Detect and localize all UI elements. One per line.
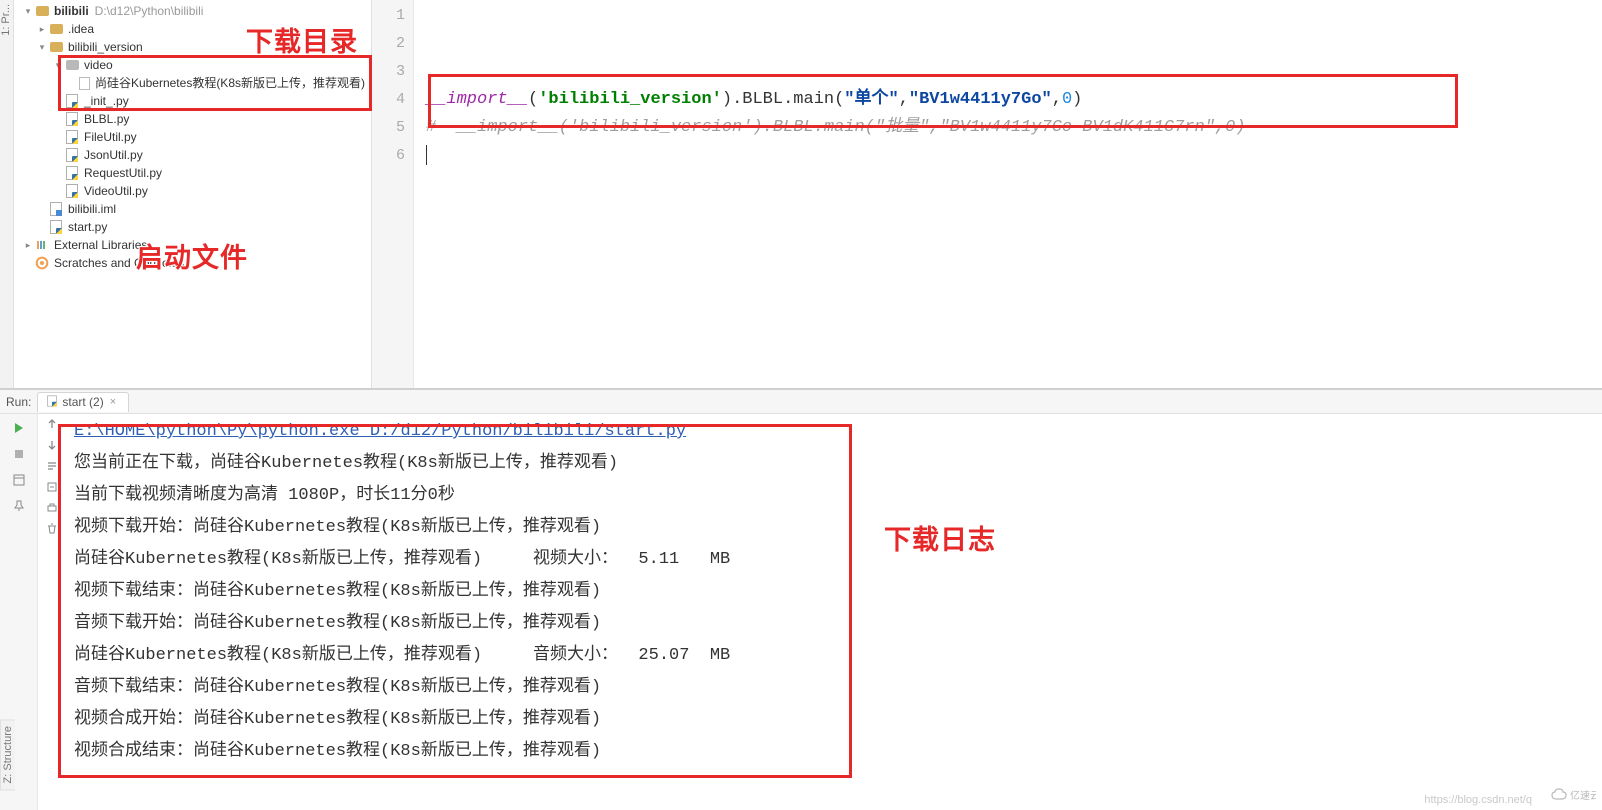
code-line-6[interactable] [426, 142, 1602, 170]
project-tab[interactable]: 1: Pr... [0, 0, 13, 40]
project-tree[interactable]: ▾ bilibili D:\d12\Python\bilibili ▸ .ide… [0, 0, 371, 272]
scratch-icon [34, 255, 50, 271]
line-number: 3 [372, 58, 413, 86]
tree-item-idea[interactable]: ▸ .idea [16, 20, 371, 38]
soft-wrap-button[interactable] [46, 460, 58, 475]
tree-root[interactable]: ▾ bilibili D:\d12\Python\bilibili [16, 2, 371, 20]
console-output[interactable]: E:\HOME\python\Py\python.exe D:/d12/Pyth… [66, 414, 1602, 810]
python-file-icon [64, 111, 80, 127]
project-path: D:\d12\Python\bilibili [95, 2, 204, 20]
pin-button[interactable] [9, 496, 29, 516]
watermark-brand: 亿速云 [1548, 785, 1596, 808]
tree-item-blbl[interactable]: BLBL.py [16, 110, 371, 128]
line-number: 2 [372, 30, 413, 58]
trash-button[interactable] [46, 523, 58, 538]
run-tool-window[interactable]: Run: start (2) × E [0, 389, 1602, 810]
tree-item-requestutil[interactable]: RequestUtil.py [16, 164, 371, 182]
console-line: 尚硅谷Kubernetes教程(K8s新版已上传，推荐观看) 视频大小： 5.1… [74, 544, 1596, 576]
run-tab-label: start (2) [62, 395, 103, 409]
folder-icon [64, 57, 80, 73]
tree-item-video-file[interactable]: 尚硅谷Kubernetes教程(K8s新版已上传，推荐观看) [16, 74, 371, 92]
tree-item-init[interactable]: _init_.py [16, 92, 371, 110]
chevron-right-icon[interactable]: ▸ [22, 236, 34, 254]
python-file-icon [46, 394, 58, 411]
chevron-down-icon[interactable]: ▾ [52, 56, 64, 74]
tree-scratches[interactable]: Scratches and Consoles [16, 254, 371, 272]
line-number: 5 [372, 114, 413, 142]
up-button[interactable] [46, 418, 58, 433]
code-line-4[interactable]: __import__('bilibili_version').BLBL.main… [426, 86, 1602, 114]
code-editor[interactable]: 1 2 3 4 5 6 __import__('bilibili_version… [372, 0, 1602, 388]
python-file-icon [64, 165, 80, 181]
left-gutter: 1: Pr... [0, 0, 14, 388]
library-icon [34, 237, 50, 253]
tree-item-bilibili-version[interactable]: ▾ bilibili_version [16, 38, 371, 56]
tree-item-iml[interactable]: bilibili.iml [16, 200, 371, 218]
console-line: 您当前正在下载，尚硅谷Kubernetes教程(K8s新版已上传，推荐观看) [74, 448, 1596, 480]
project-name: bilibili [54, 2, 89, 20]
code-area[interactable]: __import__('bilibili_version').BLBL.main… [414, 2, 1602, 170]
tree-item-fileutil[interactable]: FileUtil.py [16, 128, 371, 146]
file-icon [78, 75, 91, 91]
caret-icon [426, 145, 427, 165]
tree-item-videoutil[interactable]: VideoUtil.py [16, 182, 371, 200]
structure-tab[interactable]: Z: Structure [0, 719, 15, 790]
console-line: 视频合成结束：尚硅谷Kubernetes教程(K8s新版已上传，推荐观看) [74, 736, 1596, 768]
python-file-icon [64, 147, 80, 163]
watermark-url: https://blog.csdn.net/q [1424, 794, 1532, 806]
console-line: 当前下载视频清晰度为高清 1080P，时长11分0秒 [74, 480, 1596, 512]
chevron-right-icon[interactable]: ▸ [36, 20, 48, 38]
console-line: 视频下载结束：尚硅谷Kubernetes教程(K8s新版已上传，推荐观看) [74, 576, 1596, 608]
run-label: Run: [6, 395, 31, 409]
rerun-button[interactable] [9, 418, 29, 438]
python-file-icon [64, 183, 80, 199]
chevron-down-icon[interactable]: ▾ [22, 2, 34, 20]
tree-external-libraries[interactable]: ▸ External Libraries [16, 236, 371, 254]
folder-icon [48, 21, 64, 37]
line-number: 6 [372, 142, 413, 170]
folder-icon [34, 3, 50, 19]
run-tab[interactable]: start (2) × [37, 392, 128, 412]
scroll-button[interactable] [46, 481, 58, 496]
svg-text:亿速云: 亿速云 [1570, 789, 1596, 802]
python-file-icon [48, 219, 64, 235]
iml-file-icon [48, 201, 64, 217]
console-line: 视频下载开始：尚硅谷Kubernetes教程(K8s新版已上传，推荐观看) [74, 512, 1596, 544]
close-icon[interactable]: × [110, 397, 120, 407]
tree-item-jsonutil[interactable]: JsonUtil.py [16, 146, 371, 164]
console-line: 尚硅谷Kubernetes教程(K8s新版已上传，推荐观看) 音频大小： 25.… [74, 640, 1596, 672]
print-button[interactable] [46, 502, 58, 517]
code-line-5[interactable]: # __import__('bilibili_version').BLBL.ma… [426, 114, 1602, 142]
console-line: 视频合成开始：尚硅谷Kubernetes教程(K8s新版已上传，推荐观看) [74, 704, 1596, 736]
line-number: 1 [372, 2, 413, 30]
console-line: 音频下载开始：尚硅谷Kubernetes教程(K8s新版已上传，推荐观看) [74, 608, 1596, 640]
python-file-icon [64, 129, 80, 145]
python-file-icon [64, 93, 80, 109]
run-toolbar-secondary [38, 414, 66, 810]
stop-button[interactable] [9, 444, 29, 464]
command-line: E:\HOME\python\Py\python.exe D:/d12/Pyth… [74, 422, 686, 441]
line-gutter: 1 2 3 4 5 6 [372, 0, 414, 388]
down-button[interactable] [46, 439, 58, 454]
chevron-down-icon[interactable]: ▾ [36, 38, 48, 56]
line-number: 4 [372, 86, 413, 114]
layout-button[interactable] [9, 470, 29, 490]
project-tool-window[interactable]: 1: Pr... ▾ bilibili D:\d12\Python\bilibi… [0, 0, 372, 388]
run-header: Run: start (2) × [0, 390, 1602, 414]
tree-item-video-folder[interactable]: ▾ video [16, 56, 371, 74]
folder-icon [48, 39, 64, 55]
console-line: 音频下载结束：尚硅谷Kubernetes教程(K8s新版已上传，推荐观看) [74, 672, 1596, 704]
tree-item-start[interactable]: start.py [16, 218, 371, 236]
